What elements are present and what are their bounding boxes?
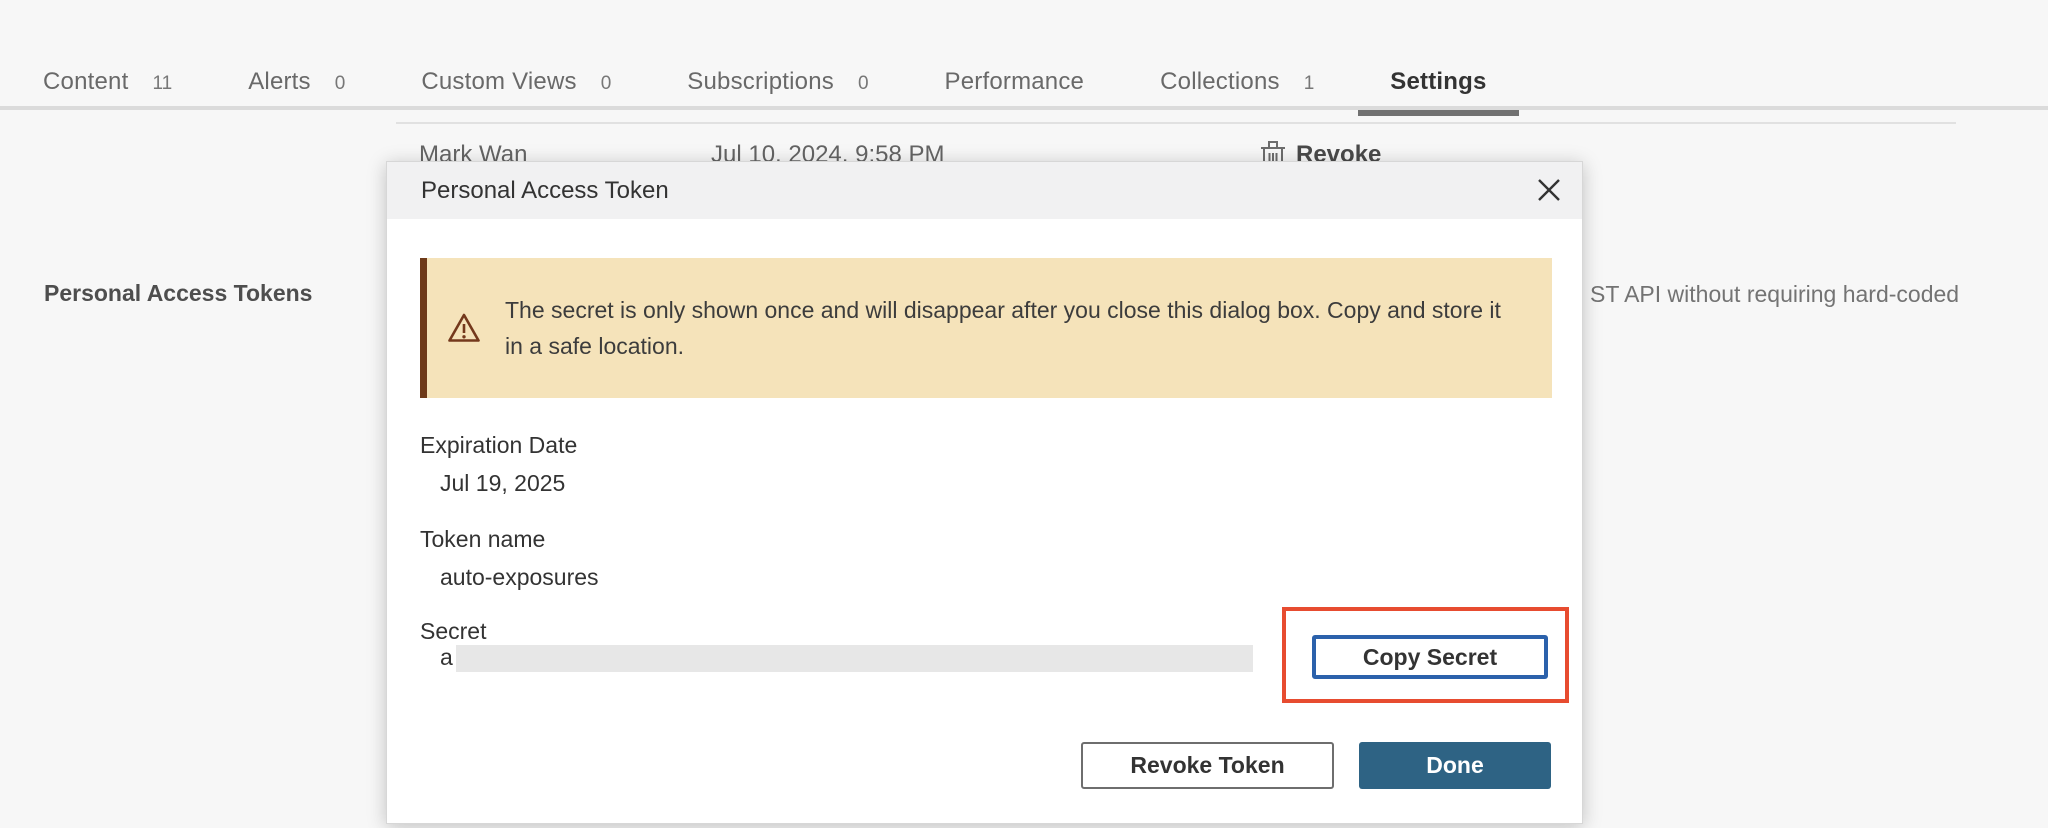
secret-redacted-bar xyxy=(456,645,1253,672)
personal-access-token-dialog: Personal Access Token The secret is only… xyxy=(386,161,1583,824)
expiration-date-label: Expiration Date xyxy=(420,432,577,459)
token-name-value: auto-exposures xyxy=(440,564,599,591)
dialog-title: Personal Access Token xyxy=(421,177,669,205)
secret-label: Secret xyxy=(420,618,486,645)
done-button[interactable]: Done xyxy=(1359,742,1551,789)
revoke-token-button[interactable]: Revoke Token xyxy=(1081,742,1334,789)
warning-banner: The secret is only shown once and will d… xyxy=(420,258,1552,398)
copy-secret-button[interactable]: Copy Secret xyxy=(1312,635,1548,679)
expiration-date-value: Jul 19, 2025 xyxy=(440,470,565,497)
page: Content 11 Alerts 0 Custom Views 0 Subsc… xyxy=(0,0,2048,828)
token-name-label: Token name xyxy=(420,526,545,553)
close-icon[interactable] xyxy=(1534,175,1564,205)
warning-icon xyxy=(447,312,481,344)
warning-message: The secret is only shown once and will d… xyxy=(505,292,1515,364)
secret-value: a xyxy=(440,644,453,671)
dialog-header: Personal Access Token xyxy=(387,162,1582,219)
